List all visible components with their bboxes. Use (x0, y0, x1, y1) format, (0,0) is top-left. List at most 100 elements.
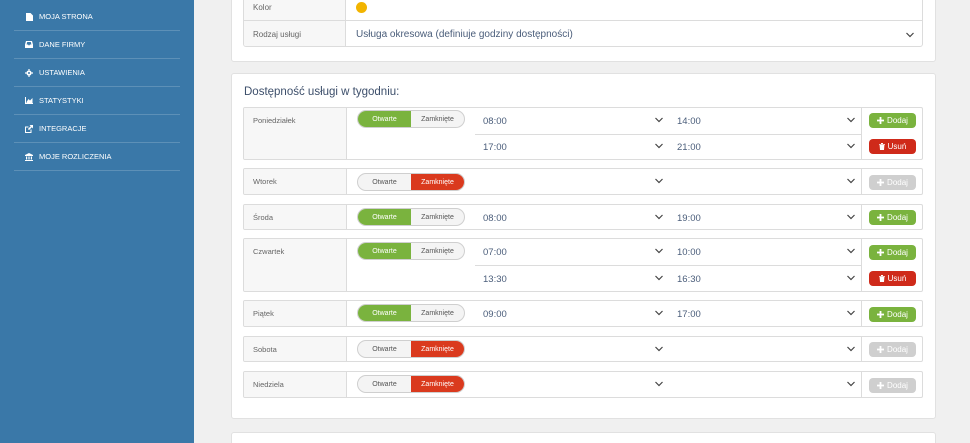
time-to-select[interactable]: 21:00 (669, 134, 861, 159)
time-to-select[interactable]: 17:00 (669, 301, 861, 326)
sidebar-item-integracje[interactable]: INTEGRACJE (14, 115, 180, 143)
service-type-select[interactable]: Usługa okresowa (definiuje godziny dostę… (346, 21, 922, 46)
sidebar-item-moja-strona[interactable]: MOJA STRONA (14, 3, 180, 31)
time-from-select[interactable]: 13:30 (475, 266, 669, 291)
sidebar-item-statystyki[interactable]: STATYSTYKI (14, 87, 180, 115)
day-row-wtorek: Wtorek Otwarte Zamknięte Dodaj (243, 168, 923, 195)
sidebar-item-label: DANE FIRMY (39, 40, 86, 49)
add-slot-button[interactable]: Dodaj (869, 245, 916, 260)
availability-title: Dostępność usługi w tygodniu: (244, 86, 400, 98)
open-closed-toggle[interactable]: Otwarte Zamknięte (357, 375, 465, 393)
time-value: 21:00 (677, 141, 701, 153)
add-slot-button[interactable]: Dodaj (869, 342, 916, 357)
chevron-down-icon (655, 248, 663, 254)
sidebar-item-ustawienia[interactable]: USTAWIENIA (14, 59, 180, 87)
time-to-select[interactable]: 16:30 (669, 266, 861, 291)
chevron-down-icon (847, 310, 855, 316)
add-slot-button[interactable]: Dodaj (869, 175, 916, 190)
plus-icon (877, 249, 885, 256)
add-label: Dodaj (887, 116, 908, 125)
time-value: 17:00 (677, 308, 701, 320)
day-name: Sobota (244, 337, 347, 361)
time-to-select[interactable]: 10:00 (669, 239, 861, 265)
open-button[interactable]: Otwarte (358, 305, 411, 321)
chevron-down-icon (906, 32, 914, 37)
time-value: 17:00 (483, 141, 507, 153)
chevron-down-icon (655, 178, 663, 184)
time-to-select[interactable] (669, 337, 861, 361)
chevron-down-icon (847, 117, 855, 123)
service-type-row: Rodzaj usługi Usługa okresowa (definiuje… (244, 21, 922, 46)
plus-icon (877, 311, 885, 318)
add-label: Dodaj (887, 213, 908, 222)
actions-column: Dodaj (861, 169, 922, 194)
time-from-select[interactable]: 07:00 (475, 239, 669, 265)
sidebar-item-dane-firmy[interactable]: DANE FIRMY (14, 31, 180, 59)
time-value: 07:00 (483, 246, 507, 258)
sidebar-item-label: USTAWIENIA (39, 68, 85, 77)
open-closed-toggle[interactable]: Otwarte Zamknięte (357, 304, 465, 322)
chevron-down-icon (655, 381, 663, 387)
service-type-value: Usługa okresowa (definiuje godziny dostę… (356, 29, 573, 40)
open-closed-toggle[interactable]: Otwarte Zamknięte (357, 242, 465, 260)
color-swatch[interactable] (356, 2, 367, 13)
remove-label: Usuń (887, 142, 907, 151)
next-panel (231, 432, 936, 443)
time-from-select[interactable]: 08:00 (475, 205, 669, 229)
time-from-select[interactable]: 17:00 (475, 134, 669, 159)
external-link-icon (24, 124, 34, 133)
remove-slot-button[interactable]: Usuń (869, 271, 916, 286)
time-value: 19:00 (677, 212, 701, 224)
open-button[interactable]: Otwarte (358, 341, 411, 357)
plus-icon (877, 214, 885, 221)
closed-button[interactable]: Zamknięte (411, 111, 464, 127)
open-closed-toggle[interactable]: Otwarte Zamknięte (357, 208, 465, 226)
closed-button[interactable]: Zamknięte (411, 174, 464, 190)
open-closed-toggle[interactable]: Otwarte Zamknięte (357, 173, 465, 191)
time-from-select[interactable] (475, 169, 669, 194)
add-label: Dodaj (887, 248, 908, 257)
service-type-label: Rodzaj usługi (244, 21, 346, 46)
time-from-select[interactable]: 08:00 (475, 108, 669, 134)
remove-slot-button[interactable]: Usuń (869, 139, 916, 154)
add-slot-button[interactable]: Dodaj (869, 307, 916, 322)
color-row: Kolor (244, 0, 922, 21)
add-label: Dodaj (887, 345, 908, 354)
sidebar-item-moje-rozliczenia[interactable]: MOJE ROZLICZENIA (14, 143, 180, 171)
closed-button[interactable]: Zamknięte (411, 305, 464, 321)
actions-column: Dodaj (861, 301, 922, 326)
open-button[interactable]: Otwarte (358, 209, 411, 225)
time-from-select[interactable] (475, 372, 669, 397)
open-button[interactable]: Otwarte (358, 174, 411, 190)
chevron-down-icon (655, 310, 663, 316)
day-name: Piątek (244, 301, 347, 326)
color-label: Kolor (244, 0, 346, 20)
closed-button[interactable]: Zamknięte (411, 376, 464, 392)
closed-button[interactable]: Zamknięte (411, 243, 464, 259)
plus-icon (877, 382, 885, 389)
open-button[interactable]: Otwarte (358, 243, 411, 259)
time-to-select[interactable]: 14:00 (669, 108, 861, 134)
sidebar-item-label: STATYSTYKI (39, 96, 84, 105)
open-closed-toggle[interactable]: Otwarte Zamknięte (357, 110, 465, 128)
actions-column: Dodaj (861, 372, 922, 397)
color-value[interactable] (346, 0, 922, 20)
time-to-select[interactable] (669, 372, 861, 397)
open-closed-toggle[interactable]: Otwarte Zamknięte (357, 340, 465, 358)
day-row-sroda: Środa Otwarte Zamknięte 08:00 19:00 Doda… (243, 204, 923, 230)
open-button[interactable]: Otwarte (358, 376, 411, 392)
time-value: 16:30 (677, 273, 701, 285)
time-to-select[interactable]: 19:00 (669, 205, 861, 229)
add-slot-button[interactable]: Dodaj (869, 113, 916, 128)
add-slot-button[interactable]: Dodaj (869, 210, 916, 225)
time-from-select[interactable] (475, 337, 669, 361)
chevron-down-icon (847, 214, 855, 220)
closed-button[interactable]: Zamknięte (411, 209, 464, 225)
time-from-select[interactable]: 09:00 (475, 301, 669, 326)
day-row-piatek: Piątek Otwarte Zamknięte 09:00 17:00 Dod… (243, 300, 923, 327)
time-to-select[interactable] (669, 169, 861, 194)
open-button[interactable]: Otwarte (358, 111, 411, 127)
add-slot-button[interactable]: Dodaj (869, 378, 916, 393)
closed-button[interactable]: Zamknięte (411, 341, 464, 357)
inbox-icon (24, 41, 34, 48)
